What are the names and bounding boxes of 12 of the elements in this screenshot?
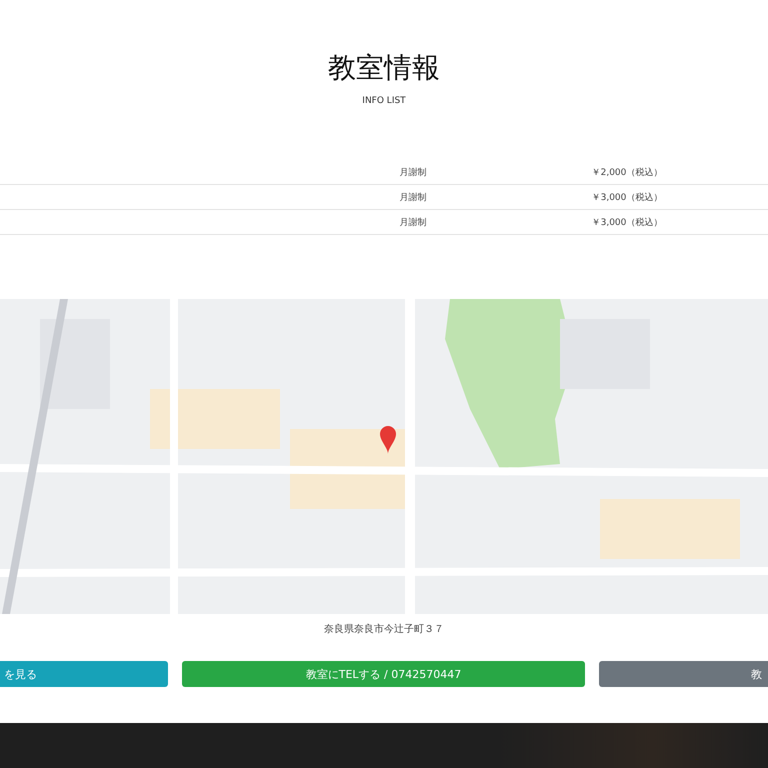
classroom-button[interactable]: 教: [599, 661, 768, 687]
price-text: ￥3,000（税込）: [592, 192, 662, 204]
page-subtitle: INFO LIST: [362, 96, 406, 106]
call-button[interactable]: 教室にTELする / 0742570447: [182, 661, 585, 687]
plan-text: 月謝制: [400, 192, 426, 204]
address-text: 奈良県奈良市今辻子町３７: [324, 622, 444, 636]
plan-text: 月謝制: [400, 166, 426, 178]
page-title: 教室情報: [328, 50, 440, 86]
plan-text: 月謝制: [400, 216, 426, 228]
price-text: ￥2,000（税込）: [592, 166, 662, 178]
price-text: ￥3,000（税込）: [592, 216, 662, 228]
view-button[interactable]: を見る: [0, 661, 168, 687]
